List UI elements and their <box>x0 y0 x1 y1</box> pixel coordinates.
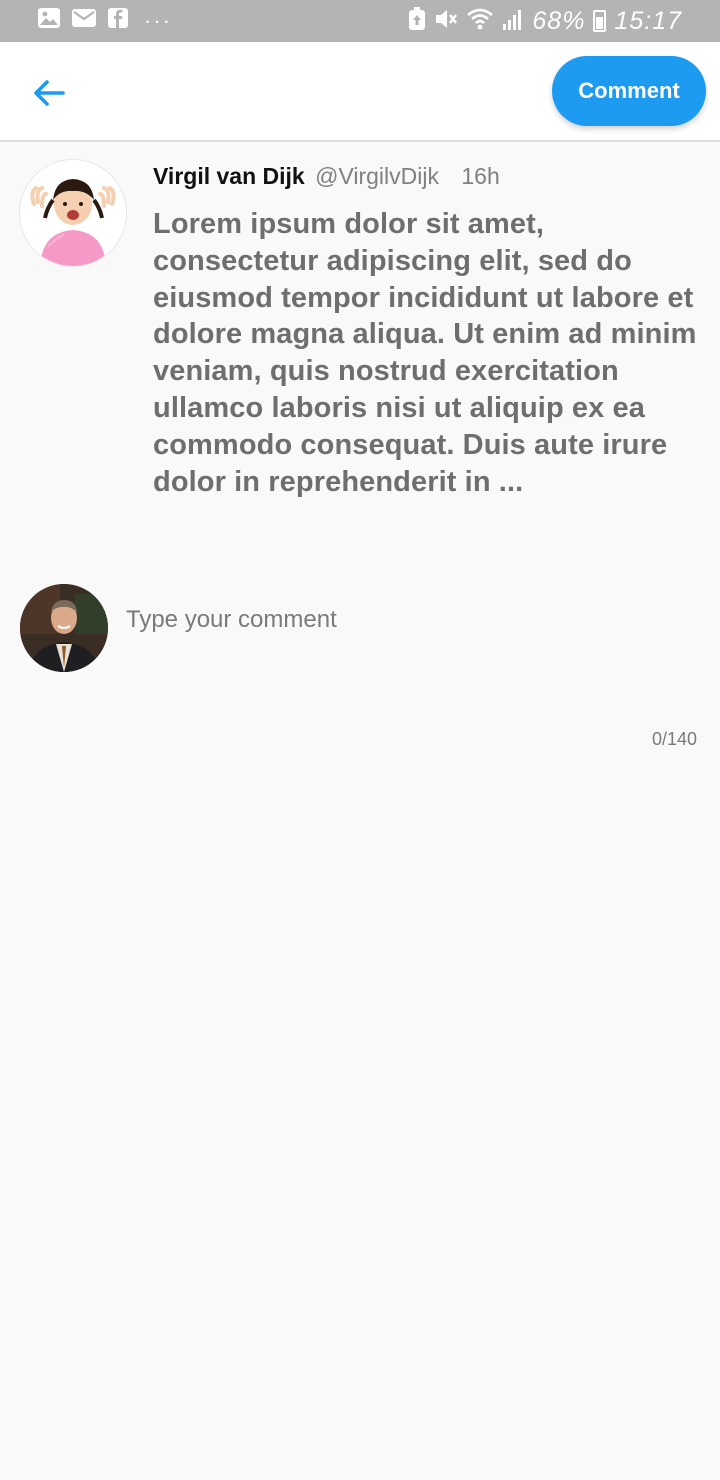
author-avatar[interactable] <box>20 160 126 266</box>
comment-button[interactable]: Comment <box>552 56 706 126</box>
arrow-left-icon <box>26 80 72 120</box>
status-bar: ··· 68% 15:17 <box>0 0 720 42</box>
user-avatar <box>20 584 108 672</box>
back-button[interactable] <box>26 70 72 116</box>
battery-icon <box>593 10 607 32</box>
author-name[interactable]: Virgil van Dijk <box>153 163 305 189</box>
wifi-icon <box>466 7 494 36</box>
mute-icon <box>434 7 458 36</box>
tweet-timestamp: 16h <box>461 163 500 189</box>
more-icon: ··· <box>144 7 172 33</box>
notification-icons: ··· <box>38 8 172 33</box>
mail-icon <box>72 8 96 33</box>
battery-percent: 68% <box>532 7 586 35</box>
tweet-header: Virgil van Dijk @VirgilvDijk 16h <box>153 160 500 192</box>
character-counter: 0/140 <box>651 729 697 749</box>
app-bar: Comment <box>0 42 720 142</box>
comment-input[interactable] <box>126 600 696 640</box>
gallery-icon <box>38 8 60 33</box>
signal-icon <box>502 7 524 36</box>
facebook-icon <box>108 8 128 33</box>
clock: 15:17 <box>614 7 682 35</box>
system-icons: 68% 15:17 <box>408 6 682 36</box>
tweet-text: Lorem ipsum dolor sit amet, consectetur … <box>153 208 697 498</box>
battery-saver-icon <box>408 6 426 36</box>
author-handle[interactable]: @VirgilvDijk <box>315 163 439 189</box>
